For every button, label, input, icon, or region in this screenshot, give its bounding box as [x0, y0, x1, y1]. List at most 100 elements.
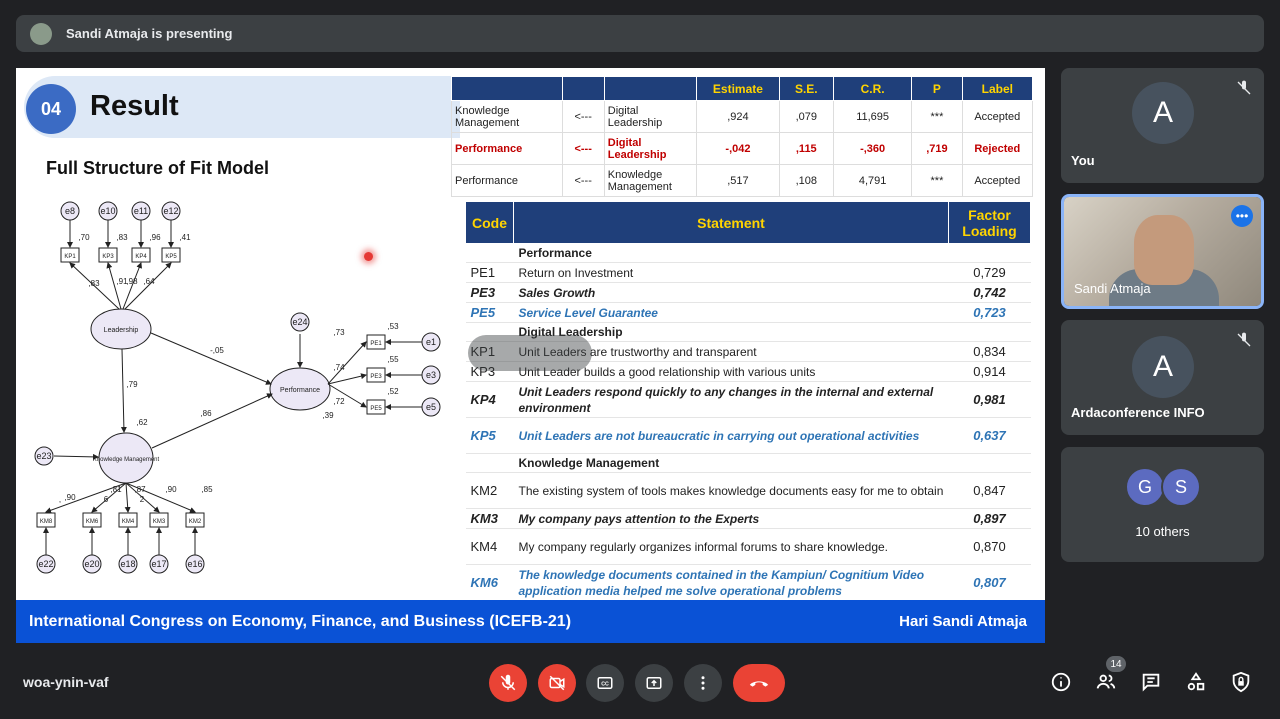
- error-node-label: e20: [84, 559, 99, 569]
- more-options-icon[interactable]: •••: [1231, 205, 1253, 227]
- cell-value: 0,897: [948, 508, 1031, 529]
- mic-off-icon: [1237, 80, 1251, 95]
- indicator-node-label: KP4: [135, 254, 147, 260]
- latent-leadership-label: Leadership: [104, 327, 139, 334]
- cell-se: ,115: [778, 132, 834, 165]
- chat-button[interactable]: [1139, 670, 1163, 694]
- activities-button[interactable]: [1184, 670, 1208, 694]
- error-node-label: e10: [100, 206, 115, 216]
- cell-to: Knowledge Management: [603, 164, 698, 197]
- cell-code: [465, 453, 514, 473]
- shield-lock-icon: [1232, 671, 1250, 693]
- error-node-label: e3: [426, 370, 436, 380]
- loading-row: KM3 My company pays attention to the Expe…: [465, 508, 1031, 529]
- more-vert-icon: [701, 676, 705, 690]
- cell-code: KM6: [465, 564, 514, 601]
- meeting-code: woa-ynin-vaf: [23, 674, 109, 690]
- cell-code: KM2: [465, 472, 514, 509]
- group-header-row: Knowledge Management: [465, 453, 1031, 473]
- r2-label: ,62: [136, 418, 148, 427]
- present-screen-button[interactable]: [635, 664, 673, 702]
- cell-statement: Unit Leaders respond quickly to any chan…: [513, 381, 949, 418]
- indicator-node-label: PE3: [370, 374, 382, 380]
- loading-path: [327, 373, 367, 385]
- participant-tile-you[interactable]: A You: [1061, 68, 1264, 183]
- error-node-e24-label: e24: [292, 317, 307, 327]
- indicator-node-label: KP5: [165, 254, 177, 260]
- captions-button[interactable]: CC: [586, 664, 624, 702]
- presentation-controls-overlay[interactable]: [468, 335, 592, 371]
- meeting-details-button[interactable]: [1049, 670, 1073, 694]
- path-label: ,90: [165, 485, 177, 494]
- r2-label: 6: [104, 495, 109, 504]
- col-p: P: [911, 76, 963, 101]
- cell-code: KM4: [465, 528, 514, 565]
- shared-slide: 04 Result Full Structure of Fit Model e8…: [16, 68, 1045, 643]
- participant-tile-others[interactable]: G S 10 others: [1061, 447, 1264, 562]
- error-node-label: e17: [151, 559, 166, 569]
- participant-name: Sandi Atmaja: [1074, 281, 1151, 296]
- latent-km-label: Knowledge Management: [93, 457, 160, 463]
- loading-row: KM2 The existing system of tools makes kn…: [465, 472, 1031, 509]
- cell-from: Knowledge Management: [451, 100, 563, 133]
- path-label: ,86: [200, 409, 212, 418]
- path-label: ,79: [126, 380, 138, 389]
- r2-label: ,53: [387, 322, 399, 331]
- people-button[interactable]: [1094, 670, 1118, 694]
- structural-path: [150, 332, 272, 385]
- camera-toggle-button[interactable]: [538, 664, 576, 702]
- presenting-text: Sandi Atmaja is presenting: [66, 26, 233, 41]
- path-label: -,05: [210, 346, 224, 355]
- error-node-e23-label: e23: [36, 451, 51, 461]
- footer-conference: International Congress on Economy, Finan…: [29, 612, 572, 630]
- more-options-button[interactable]: [684, 664, 722, 702]
- cell-value: 0,637: [948, 417, 1031, 454]
- leave-call-button[interactable]: [733, 664, 785, 702]
- slide-number-badge: 04: [26, 84, 76, 134]
- structural-path: [151, 393, 273, 449]
- camera-off-icon: [549, 675, 565, 691]
- sem-diagram: e8 ,70 KP1 e10 ,83 KP3 e11 ,96 KP4 e12 ,41 KP5 Leade…: [34, 201, 441, 574]
- cell-code: PE3: [465, 282, 514, 303]
- cell-p: ,719: [911, 132, 963, 165]
- cell-statement: My company pays attention to the Experts: [513, 508, 949, 529]
- col-se: S.E.: [778, 76, 834, 101]
- indicator-node-label: KM8: [40, 519, 53, 525]
- mic-toggle-button[interactable]: [489, 664, 527, 702]
- participant-name: You: [1071, 153, 1095, 168]
- path-label: ,74: [333, 363, 345, 372]
- cell-value: 0,870: [948, 528, 1031, 565]
- cell-statement: The knowledge documents contained in the…: [513, 564, 949, 601]
- loading-path: [106, 262, 122, 310]
- col-factor-loading: Factor Loading: [948, 201, 1031, 244]
- participant-tile-sandi[interactable]: ••• Sandi Atmaja: [1061, 194, 1264, 309]
- col-label: Label: [961, 76, 1034, 101]
- regression-row: Performance <--- Knowledge Management ,517,…: [451, 164, 1034, 197]
- loading-row: PE5 Service Level Guarantee 0,723: [465, 302, 1031, 323]
- hang-up-icon: [749, 681, 769, 687]
- cell-value: 0,834: [948, 341, 1031, 362]
- participant-tile-ardaconference[interactable]: A Ardaconference INFO: [1061, 320, 1264, 435]
- laser-pointer: [364, 252, 373, 261]
- col-statement: Statement: [513, 201, 949, 244]
- host-controls-button[interactable]: [1229, 670, 1253, 694]
- mic-off-icon: [1237, 332, 1251, 347]
- indicator-node-label: KM4: [122, 519, 135, 525]
- error-node-label: e5: [426, 402, 436, 412]
- col-code: Code: [465, 201, 514, 244]
- cell-arrow: <---: [561, 100, 605, 133]
- col-cr: C.R.: [832, 76, 913, 101]
- cell-value: [948, 453, 1031, 473]
- captions-icon: CC: [597, 677, 613, 689]
- slide-subtitle: Full Structure of Fit Model: [46, 158, 269, 178]
- loading-row: KM4 My company regularly organizes inform…: [465, 528, 1031, 565]
- r2-label: ,: [59, 495, 61, 504]
- r2-label: ,39: [322, 411, 334, 420]
- error-node-label: e16: [187, 559, 202, 569]
- people-icon: [1096, 674, 1116, 689]
- cell-cr: 11,695: [832, 100, 913, 133]
- regression-row: Performance <--- Digital Leadership -,042,1…: [451, 132, 1034, 165]
- others-avatar-s: S: [1161, 467, 1201, 507]
- loading-row: KM6 The knowledge documents contained in …: [465, 564, 1031, 601]
- indicator-node-label: KM6: [86, 519, 99, 525]
